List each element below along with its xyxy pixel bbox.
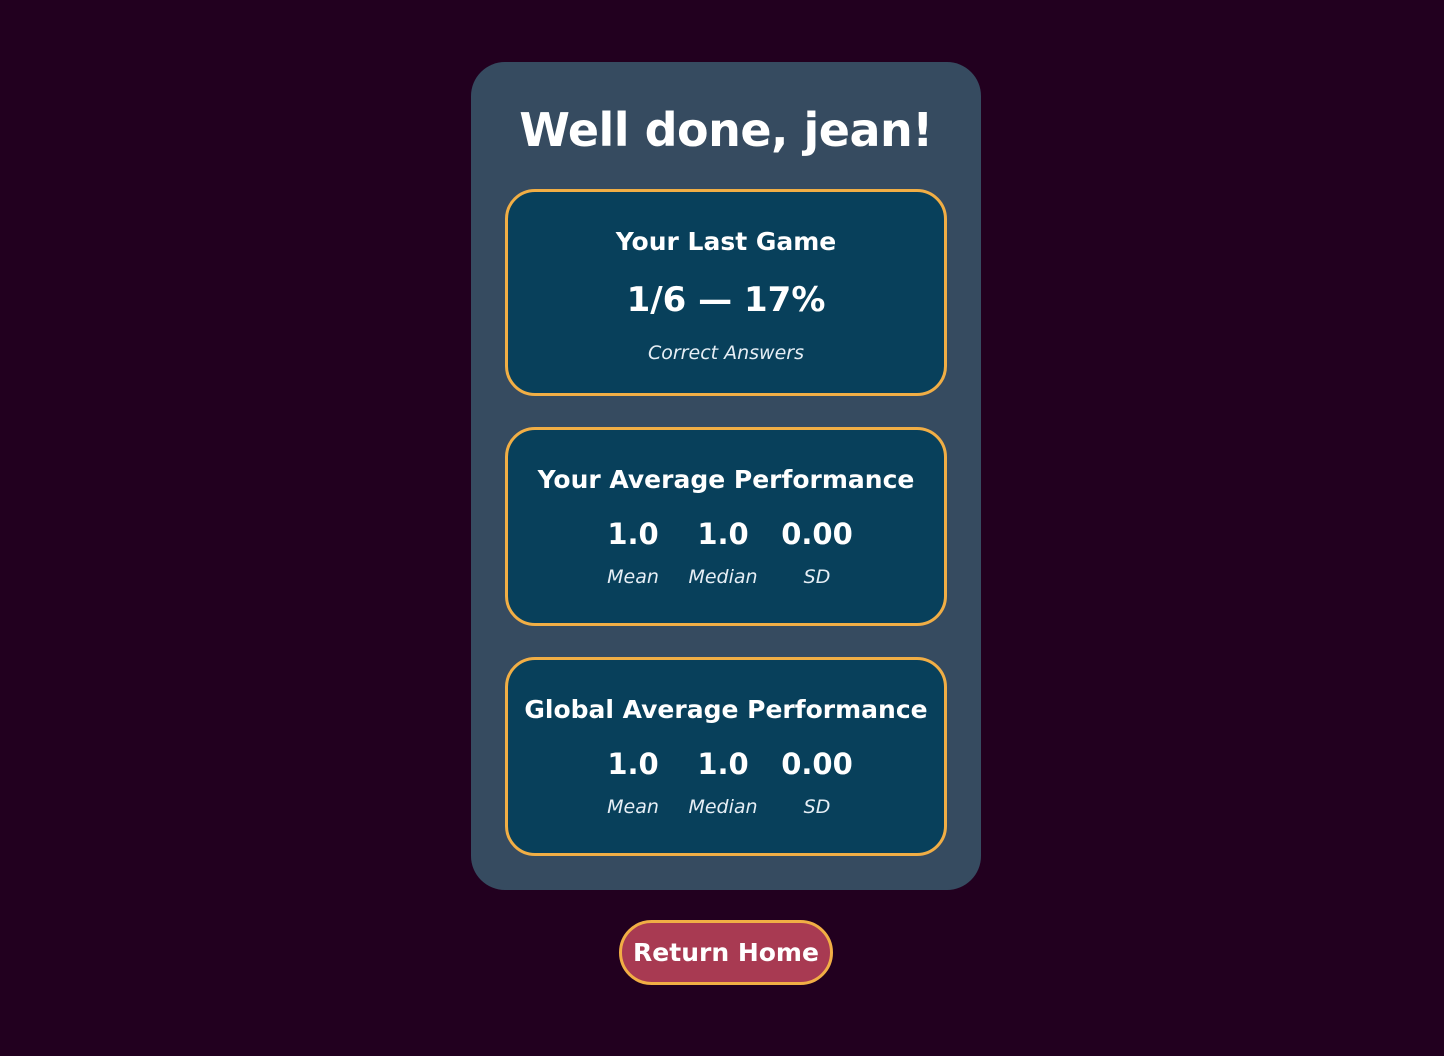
your-average-mean-value: 1.0 (607, 517, 659, 551)
results-panel: Well done, jean! Your Last Game 1/6 — 17… (471, 62, 981, 890)
global-average-mean-label: Mean (607, 796, 659, 818)
return-home-button[interactable]: Return Home (619, 920, 833, 985)
your-average-sd-stat: 0.00 SD (772, 516, 862, 590)
your-average-mean-label: Mean (607, 566, 659, 588)
your-average-stats: 1.0 Mean 1.0 Median 0.00 SD (508, 516, 944, 596)
last-game-caption: Correct Answers (647, 342, 805, 364)
your-average-mean-stat: 1.0 Mean (588, 516, 678, 590)
your-average-median-value: 1.0 (697, 517, 749, 551)
last-game-card: Your Last Game 1/6 — 17% Correct Answers (505, 189, 947, 396)
your-average-sd-value: 0.00 (781, 517, 853, 551)
global-average-median-value: 1.0 (697, 747, 749, 781)
last-game-score: 1/6 — 17% (626, 280, 826, 320)
global-average-stats: 1.0 Mean 1.0 Median 0.00 SD (508, 746, 944, 826)
global-average-median-stat: 1.0 Median (678, 746, 768, 820)
your-average-median-stat: 1.0 Median (678, 516, 768, 590)
your-average-sd-label: SD (803, 566, 831, 588)
page-title: Well done, jean! (519, 103, 933, 157)
global-average-sd-label: SD (803, 796, 831, 818)
global-average-card: Global Average Performance 1.0 Mean 1.0 … (505, 657, 947, 856)
results-page: Well done, jean! Your Last Game 1/6 — 17… (0, 0, 1444, 1056)
global-average-sd-value: 0.00 (781, 747, 853, 781)
global-average-sd-stat: 0.00 SD (772, 746, 862, 820)
your-average-median-label: Median (688, 566, 758, 588)
global-average-median-label: Median (688, 796, 758, 818)
your-average-heading: Your Average Performance (537, 465, 915, 494)
global-average-mean-value: 1.0 (607, 747, 659, 781)
your-average-card: Your Average Performance 1.0 Mean 1.0 Me… (505, 427, 947, 626)
last-game-heading: Your Last Game (615, 227, 837, 256)
global-average-mean-stat: 1.0 Mean (588, 746, 678, 820)
global-average-heading: Global Average Performance (524, 695, 928, 724)
